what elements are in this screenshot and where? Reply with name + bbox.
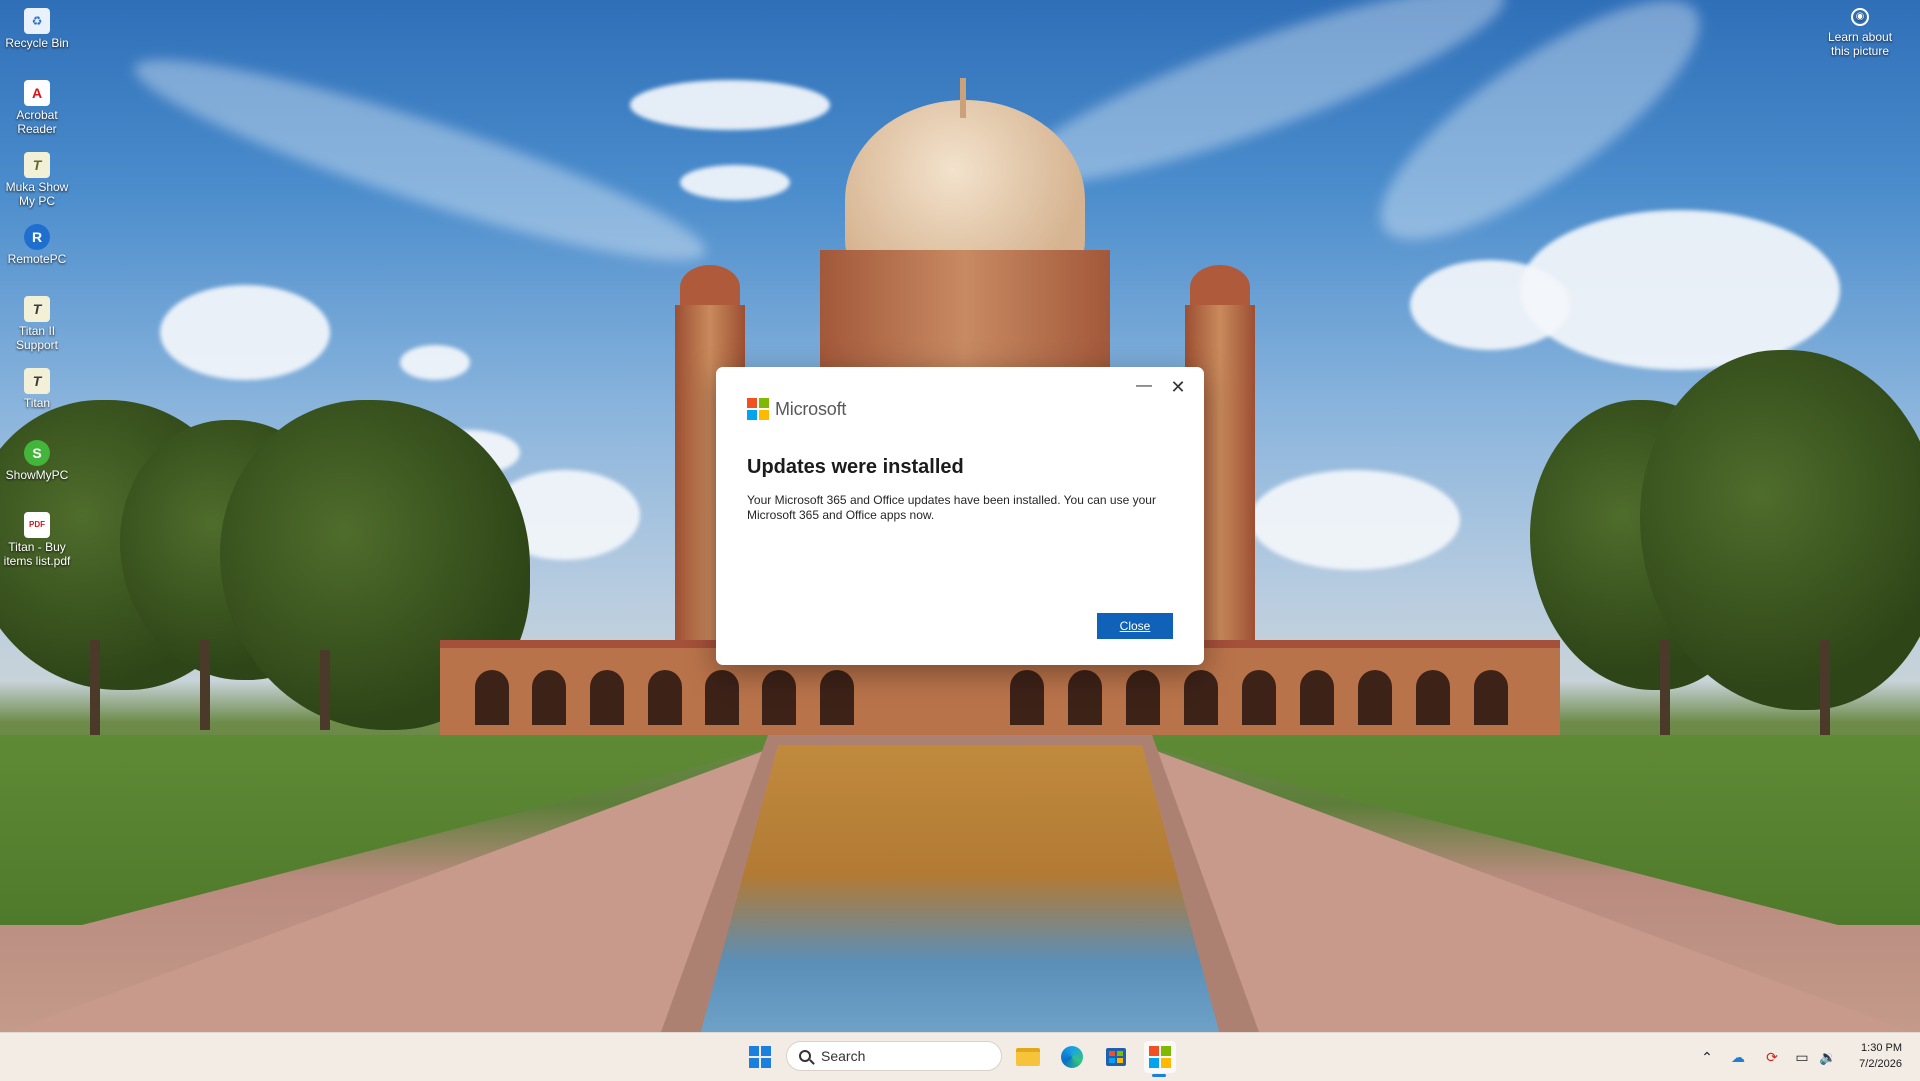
desktop-icon-remotepc[interactable]: R RemotePC	[0, 224, 74, 266]
search-placeholder: Search	[821, 1048, 866, 1064]
microsoft-logo-icon	[747, 398, 769, 420]
learn-about-this-picture[interactable]: ◉ Learn about this picture	[1820, 8, 1900, 58]
minimize-button[interactable]: —	[1132, 375, 1156, 399]
search-input[interactable]: Search	[786, 1041, 1002, 1071]
brand-name: Microsoft	[775, 398, 847, 419]
store-icon[interactable]	[1100, 1041, 1132, 1073]
dialog-message: Your Microsoft 365 and Office updates ha…	[747, 493, 1156, 522]
chevron-up-icon[interactable]: ⌃	[1697, 1047, 1717, 1067]
remotepc-icon: R	[24, 224, 50, 250]
clock-date: 7/2/2026	[1859, 1058, 1902, 1070]
camera-icon: ◉	[1851, 8, 1869, 26]
acrobat-reader-icon: A	[24, 80, 50, 106]
taskbar: Search ⌃ ☁ ⟳ ▭ 🔉 1:30 PM 7/2/2026	[0, 1032, 1920, 1081]
pdf-file-icon: PDF	[24, 512, 50, 538]
desktop-icon-recycle-bin[interactable]: ♻ Recycle Bin	[0, 8, 74, 50]
reflecting-pool	[700, 745, 1220, 1032]
volume-icon[interactable]: 🔉	[1818, 1047, 1838, 1067]
desktop-icon-acrobat-reader[interactable]: A Acrobat Reader	[0, 80, 74, 136]
desktop-icon-showmypc[interactable]: S ShowMyPC	[0, 440, 74, 482]
desktop-icon-titan-support[interactable]: T Titan II Support	[0, 296, 74, 352]
edge-icon[interactable]	[1056, 1041, 1088, 1073]
microsoft-logo: Microsoft	[747, 398, 846, 420]
desktop-icon-titan[interactable]: T Titan	[0, 368, 74, 410]
desktop-wallpaper: ♻ Recycle Bin A Acrobat Reader T Muka Sh…	[0, 0, 1920, 1032]
file-explorer-icon[interactable]	[1012, 1041, 1044, 1073]
close-icon[interactable]: ✕	[1166, 375, 1190, 399]
search-icon	[799, 1050, 811, 1062]
desktop-icon-titan-buy-items-pdf[interactable]: PDF Titan - Buy items list.pdf	[0, 512, 74, 568]
muka-show-my-pc-icon: T	[24, 152, 50, 178]
start-icon[interactable]	[744, 1041, 776, 1073]
clock-time: 1:30 PM	[1861, 1042, 1902, 1054]
titan-support-icon: T	[24, 296, 50, 322]
update-dialog: — ✕ Microsoft Updates were installed You…	[716, 367, 1204, 665]
update-icon[interactable]: ⟳	[1762, 1047, 1782, 1067]
desktop-icon-muka-show-my-pc[interactable]: T Muka Show My PC	[0, 152, 74, 208]
showmypc-icon: S	[24, 440, 50, 466]
microsoft-office-icon[interactable]	[1144, 1041, 1176, 1073]
clock[interactable]: 1:30 PM 7/2/2026	[1859, 1040, 1902, 1072]
titan-icon: T	[24, 368, 50, 394]
recycle-bin-icon: ♻	[24, 8, 50, 34]
onedrive-icon[interactable]: ☁	[1728, 1047, 1748, 1067]
close-button[interactable]: Close	[1097, 613, 1173, 639]
network-icon[interactable]: ▭	[1792, 1047, 1812, 1067]
active-app-indicator	[1152, 1074, 1166, 1077]
dialog-title: Updates were installed	[747, 456, 964, 478]
